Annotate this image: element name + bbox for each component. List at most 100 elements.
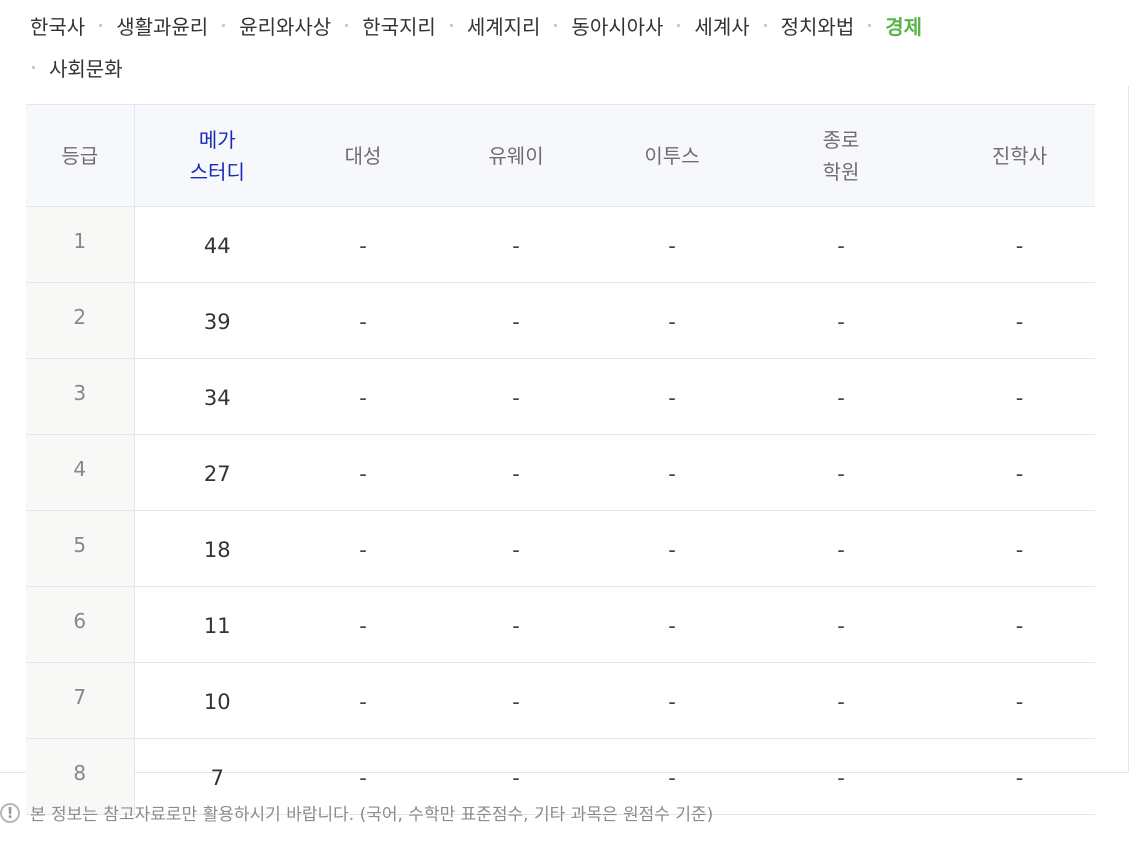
tab-ethics-thought[interactable]: 윤리와사상 xyxy=(208,11,331,40)
megastudy-score-cell: 27 xyxy=(134,434,300,511)
megastudy-score-cell: 39 xyxy=(134,282,300,359)
score-cell: - xyxy=(426,358,606,435)
score-cell: - xyxy=(606,434,738,511)
megastudy-score-cell: 10 xyxy=(134,662,300,739)
header-megastudy: 메가 스터디 xyxy=(134,104,300,207)
separator-dot xyxy=(32,65,35,69)
tab-label: 윤리와사상 xyxy=(239,14,332,39)
score-cell: - xyxy=(738,662,944,739)
tab-label: 정치와법 xyxy=(780,14,855,39)
tab-label: 한국사 xyxy=(30,14,86,39)
header-grade: 등급 xyxy=(26,104,135,207)
score-cell: - xyxy=(738,510,944,587)
tab-east-asian-history[interactable]: 동아시아사 xyxy=(540,11,663,40)
score-cell: - xyxy=(606,662,738,739)
separator-dot xyxy=(222,23,226,27)
separator-dot xyxy=(449,23,453,27)
table-row: 5 18- - - - - xyxy=(26,510,1095,587)
grade-cell: 7 xyxy=(26,662,135,739)
grade-cut-panel: 등급 메가 스터디 대성 유웨이 이투스 종로 학원 진학사 1 44- - - - -2 39… xyxy=(0,86,1129,815)
header-daesung: 대성 xyxy=(300,104,426,207)
score-cell: - xyxy=(300,282,426,359)
table-row: 2 39- - - - - xyxy=(26,282,1095,359)
grade-cell: 4 xyxy=(26,434,135,511)
tab-economics[interactable]: 경제 xyxy=(854,11,922,40)
table-row: 4 27- - - - - xyxy=(26,434,1095,511)
tab-society-culture[interactable]: 사회문화 xyxy=(30,53,123,82)
megastudy-score-cell: 18 xyxy=(134,510,300,587)
score-cell: - xyxy=(944,358,1095,435)
separator-dot xyxy=(763,23,767,27)
separator-dot xyxy=(345,23,349,27)
exclamation-circle-icon: ! xyxy=(0,802,20,823)
score-cell: - xyxy=(300,434,426,511)
table-row: 1 44- - - - - xyxy=(26,206,1095,283)
header-jinhak: 진학사 xyxy=(944,104,1095,207)
score-cell: - xyxy=(300,586,426,663)
score-cell: - xyxy=(606,586,738,663)
score-cell: - xyxy=(300,510,426,587)
score-cell: - xyxy=(944,434,1095,511)
megastudy-score-cell: 34 xyxy=(134,358,300,435)
header-jongro: 종로 학원 xyxy=(738,104,944,207)
disclaimer-text: 본 정보는 참고자료로만 활용하시기 바랍니다. (국어, 수학만 표준점수, … xyxy=(30,805,714,825)
score-cell: - xyxy=(300,662,426,739)
score-cell: - xyxy=(738,358,944,435)
score-cell: - xyxy=(426,434,606,511)
separator-dot xyxy=(99,23,103,27)
score-cell: - xyxy=(738,434,944,511)
separator-dot xyxy=(554,23,558,27)
megastudy-score-cell: 11 xyxy=(134,586,300,663)
score-cell: - xyxy=(300,206,426,283)
score-cell: - xyxy=(944,510,1095,587)
subject-tabs: 한국사 생활과윤리 윤리와사상 한국지리 세계지리 동아시아사 세계사 정치와법… xyxy=(30,8,1110,84)
score-cell: - xyxy=(426,586,606,663)
tab-world-history[interactable]: 세계사 xyxy=(663,11,750,40)
tab-label: 생활과윤리 xyxy=(116,14,209,39)
header-uway: 유웨이 xyxy=(426,104,606,207)
tab-korean-history[interactable]: 한국사 xyxy=(30,11,85,40)
tab-label: 한국지리 xyxy=(362,14,436,39)
grade-cut-table: 등급 메가 스터디 대성 유웨이 이투스 종로 학원 진학사 1 44- - - - -2 39… xyxy=(26,104,1095,815)
score-cell: - xyxy=(944,282,1095,359)
score-cell: - xyxy=(738,206,944,283)
tab-life-ethics[interactable]: 생활과윤리 xyxy=(85,11,208,40)
tab-label: 경제 xyxy=(885,14,923,39)
tab-korean-geography[interactable]: 한국지리 xyxy=(331,11,436,40)
separator-dot xyxy=(868,23,872,27)
tab-world-geography[interactable]: 세계지리 xyxy=(436,11,541,40)
grade-cell: 3 xyxy=(26,358,135,435)
table-header-row: 등급 메가 스터디 대성 유웨이 이투스 종로 학원 진학사 xyxy=(26,104,1095,207)
table-row: 7 10- - - - - xyxy=(26,662,1095,739)
score-cell: - xyxy=(426,662,606,739)
separator-dot xyxy=(677,23,681,27)
score-cell: - xyxy=(606,282,738,359)
grade-cell: 6 xyxy=(26,586,135,663)
megastudy-score-cell: 44 xyxy=(134,206,300,283)
tab-label: 사회문화 xyxy=(49,56,123,81)
score-cell: - xyxy=(738,738,944,815)
score-cell: - xyxy=(606,206,738,283)
score-cell: - xyxy=(426,510,606,587)
score-cell: - xyxy=(300,358,426,435)
score-cell: - xyxy=(738,282,944,359)
score-cell: - xyxy=(944,662,1095,739)
score-cell: - xyxy=(426,206,606,283)
score-cell: - xyxy=(606,358,738,435)
subject-tabs-row-1: 한국사 생활과윤리 윤리와사상 한국지리 세계지리 동아시아사 세계사 정치와법… xyxy=(30,8,1110,42)
header-etoos: 이투스 xyxy=(606,104,738,207)
grade-cell: 1 xyxy=(26,206,135,283)
score-cell: - xyxy=(606,510,738,587)
tab-politics-law[interactable]: 정치와법 xyxy=(750,11,855,40)
score-cell: - xyxy=(944,586,1095,663)
tab-label: 세계지리 xyxy=(466,14,541,39)
score-cell: - xyxy=(738,586,944,663)
table-row: 6 11- - - - - xyxy=(26,586,1095,663)
tab-label: 세계사 xyxy=(694,14,750,39)
score-cell: - xyxy=(944,738,1095,815)
table-row: 3 34- - - - - xyxy=(26,358,1095,435)
score-cell: - xyxy=(944,206,1095,283)
grade-cell: 5 xyxy=(26,510,135,587)
tab-label: 동아시아사 xyxy=(571,14,664,39)
score-cell: - xyxy=(426,282,606,359)
